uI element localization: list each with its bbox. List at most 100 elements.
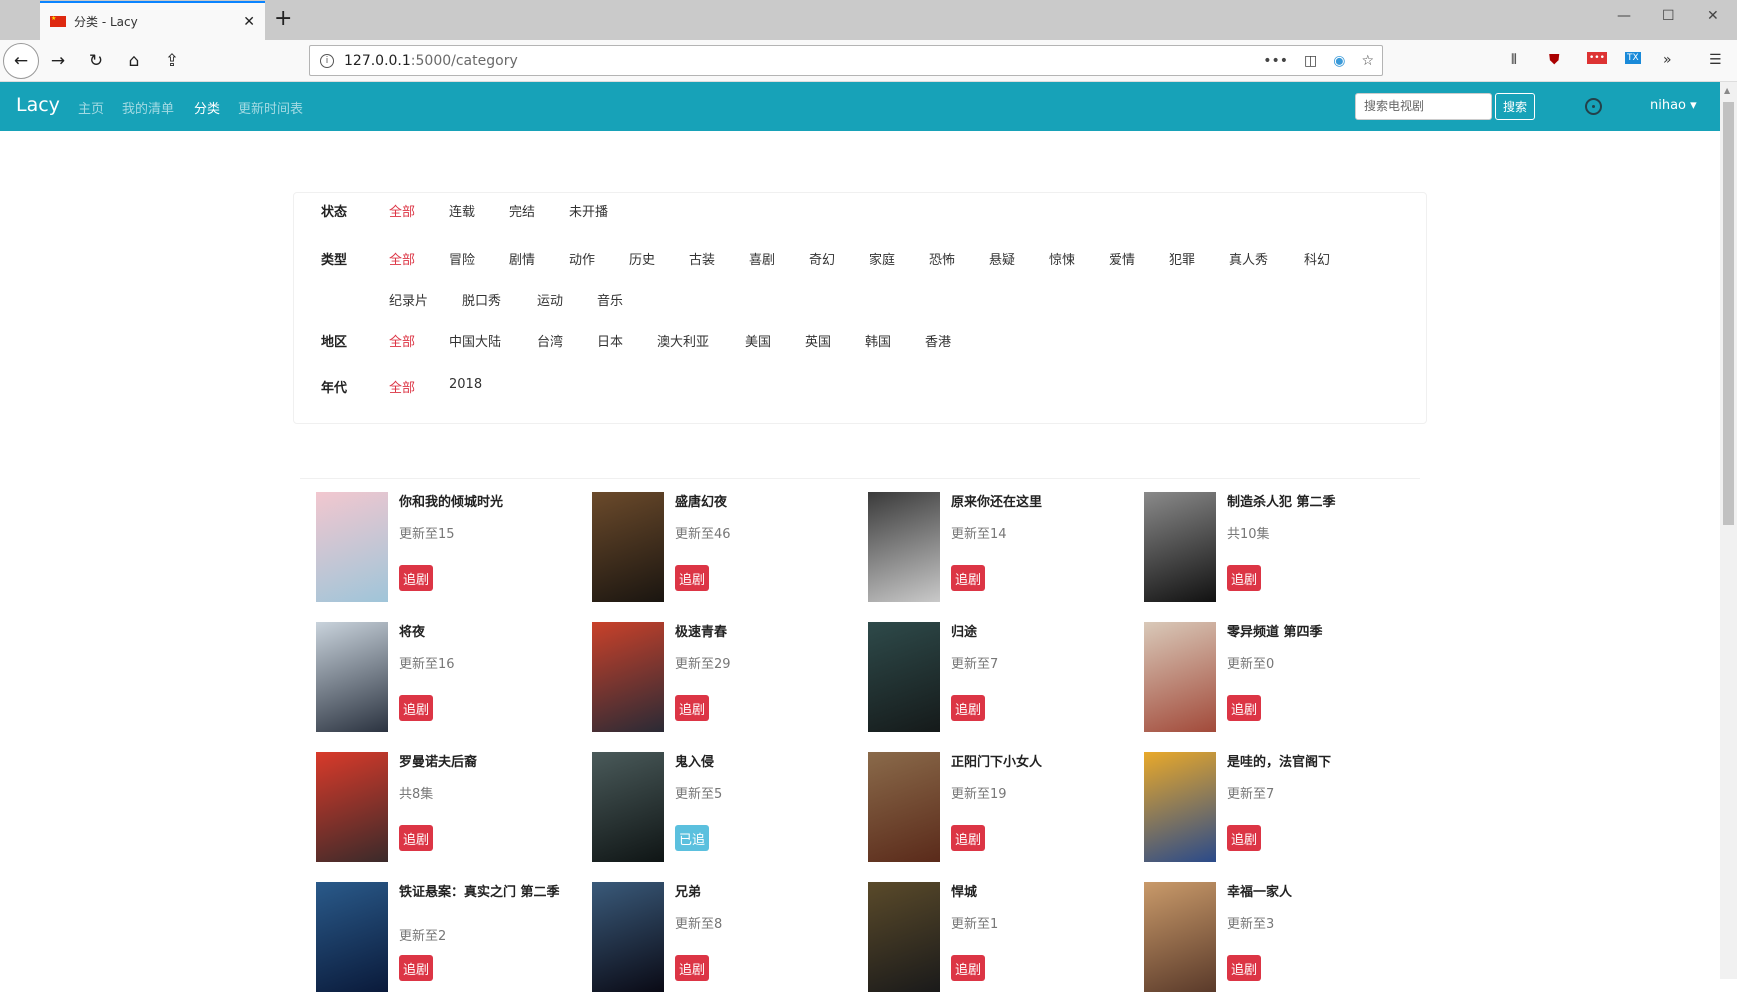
show-poster[interactable] (592, 622, 664, 732)
reload-icon[interactable]: ↻ (83, 48, 109, 74)
search-input[interactable]: 搜索电视剧 (1355, 93, 1492, 120)
close-icon[interactable]: ✕ (243, 14, 255, 30)
filter-option-genre[interactable]: 脱口秀 (462, 290, 501, 309)
show-title[interactable]: 将夜 (399, 626, 569, 640)
user-dropdown[interactable]: nihao ▾ (1650, 98, 1697, 113)
filter-option-genre[interactable]: 恐怖 (929, 249, 955, 268)
show-title[interactable]: 原来你还在这里 (951, 496, 1121, 510)
filter-option-genre[interactable]: 运动 (537, 290, 563, 309)
filter-option-status[interactable]: 连载 (449, 201, 475, 220)
show-poster[interactable] (316, 752, 388, 862)
filter-option-genre[interactable]: 古装 (689, 249, 715, 268)
show-card[interactable]: 盛唐幻夜 更新至46 追剧 (576, 478, 846, 602)
filter-option-genre[interactable]: 剧情 (509, 249, 535, 268)
show-poster[interactable] (868, 882, 940, 992)
follow-button[interactable]: 追剧 (399, 955, 434, 981)
show-poster[interactable] (1144, 882, 1216, 992)
show-poster[interactable] (592, 882, 664, 992)
filter-option-genre[interactable]: 冒险 (449, 249, 475, 268)
show-card[interactable]: 鬼入侵 更新至5 已追 (576, 738, 846, 862)
filter-option-region[interactable]: 全部 (389, 331, 415, 350)
show-card[interactable]: 悍城 更新至1 追剧 (852, 868, 1122, 992)
globe-icon[interactable]: ◉ (1333, 53, 1345, 69)
show-card[interactable]: 罗曼诺夫后裔 共8集 追剧 (300, 738, 570, 862)
show-card[interactable]: 原来你还在这里 更新至14 追剧 (852, 478, 1122, 602)
follow-button[interactable]: 追剧 (1227, 825, 1262, 851)
follow-button[interactable]: 追剧 (951, 825, 986, 851)
tx-extension-icon[interactable]: TX (1625, 52, 1641, 64)
follow-button[interactable]: 追剧 (1227, 565, 1262, 591)
filter-option-genre[interactable]: 动作 (569, 249, 595, 268)
filter-option-genre[interactable]: 科幻 (1304, 249, 1330, 268)
ublock-icon[interactable]: ⛊ (1549, 52, 1560, 68)
new-tab-icon[interactable]: + (274, 6, 292, 31)
filter-option-genre[interactable]: 真人秀 (1229, 249, 1268, 268)
show-poster[interactable] (316, 622, 388, 732)
bookmark-star-icon[interactable]: ☆ (1361, 53, 1374, 69)
show-card[interactable]: 零异频道 第四季 更新至0 追剧 (1128, 608, 1398, 732)
show-title[interactable]: 幸福一家人 (1227, 886, 1397, 900)
show-poster[interactable] (316, 882, 388, 992)
filter-option-status[interactable]: 全部 (389, 201, 415, 220)
search-button[interactable]: 搜索 (1495, 93, 1535, 120)
follow-button[interactable]: 追剧 (399, 825, 434, 851)
home-icon[interactable]: ⌂ (121, 48, 147, 74)
nav-category[interactable]: 分类 (194, 98, 220, 117)
filter-option-genre[interactable]: 喜剧 (749, 249, 775, 268)
show-poster[interactable] (868, 752, 940, 862)
follow-button[interactable]: 追剧 (675, 955, 710, 981)
extension-red-icon[interactable]: ••• (1587, 52, 1607, 64)
follow-button[interactable]: 追剧 (399, 695, 434, 721)
show-poster[interactable] (868, 492, 940, 602)
filter-option-year[interactable]: 2018 (449, 377, 482, 392)
show-card[interactable]: 正阳门下小女人 更新至19 追剧 (852, 738, 1122, 862)
follow-button[interactable]: 追剧 (951, 695, 986, 721)
show-poster[interactable] (592, 752, 664, 862)
library-icon[interactable]: ⫴ (1511, 52, 1517, 68)
show-title[interactable]: 是哇的，法官阁下 (1227, 756, 1397, 770)
minimize-icon[interactable]: — (1617, 8, 1631, 24)
show-title[interactable]: 归途 (951, 626, 1121, 640)
filter-option-genre[interactable]: 奇幻 (809, 249, 835, 268)
filter-option-status[interactable]: 未开播 (569, 201, 608, 220)
url-text[interactable]: 127.0.0.1:5000/category (344, 53, 1255, 69)
filter-option-genre[interactable]: 音乐 (597, 290, 623, 309)
pocket-icon[interactable]: ◫ (1304, 53, 1317, 69)
show-card[interactable]: 兄弟 更新至8 追剧 (576, 868, 846, 992)
show-card[interactable]: 归途 更新至7 追剧 (852, 608, 1122, 732)
filter-option-region[interactable]: 英国 (805, 331, 831, 350)
info-icon[interactable]: i (320, 53, 334, 68)
nav-schedule[interactable]: 更新时间表 (238, 98, 303, 117)
show-title[interactable]: 极速青春 (675, 626, 845, 640)
show-title[interactable]: 你和我的倾城时光 (399, 496, 569, 510)
filter-option-region[interactable]: 台湾 (537, 331, 563, 350)
show-title[interactable]: 铁证悬案：真实之门 第二季 (399, 886, 569, 900)
show-card[interactable]: 幸福一家人 更新至3 追剧 (1128, 868, 1398, 992)
show-poster[interactable] (1144, 492, 1216, 602)
follow-button[interactable]: 追剧 (1227, 955, 1262, 981)
following-button[interactable]: 已追 (675, 825, 710, 851)
show-poster[interactable] (1144, 622, 1216, 732)
filter-option-region[interactable]: 中国大陆 (449, 331, 501, 350)
filter-option-region[interactable]: 澳大利亚 (657, 331, 709, 350)
show-card[interactable]: 将夜 更新至16 追剧 (300, 608, 570, 732)
forward-arrow-icon[interactable]: → (45, 48, 71, 74)
scroll-up-icon[interactable]: ▲ (1724, 86, 1730, 95)
filter-option-genre[interactable]: 犯罪 (1169, 249, 1195, 268)
show-card[interactable]: 制造杀人犯 第二季 共10集 追剧 (1128, 478, 1398, 602)
follow-button[interactable]: 追剧 (675, 695, 710, 721)
follow-button[interactable]: 追剧 (399, 565, 434, 591)
show-card[interactable]: 极速青春 更新至29 追剧 (576, 608, 846, 732)
show-poster[interactable] (316, 492, 388, 602)
follow-button[interactable]: 追剧 (951, 565, 986, 591)
overflow-chevron-icon[interactable]: » (1663, 52, 1672, 68)
more-icon[interactable]: ••• (1263, 53, 1288, 69)
page-scrollbar[interactable]: ▲ (1720, 82, 1737, 979)
show-poster[interactable] (1144, 752, 1216, 862)
crosshair-icon[interactable] (1585, 98, 1602, 115)
window-close-icon[interactable]: ✕ (1707, 8, 1719, 24)
filter-option-genre[interactable]: 纪录片 (389, 290, 428, 309)
show-card[interactable]: 你和我的倾城时光 更新至15 追剧 (300, 478, 570, 602)
back-arrow-icon[interactable]: ← (3, 43, 39, 79)
filter-option-year[interactable]: 全部 (389, 377, 415, 396)
